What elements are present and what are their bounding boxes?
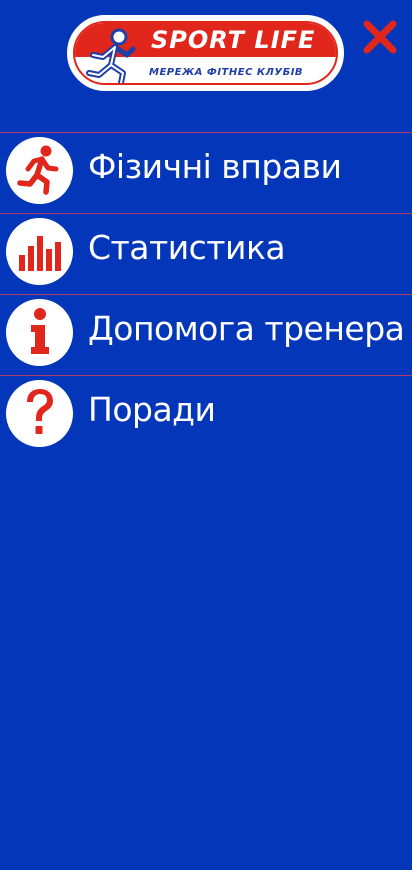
bar-chart-icon (6, 218, 73, 285)
logo-brand-text: SPORT LIFE (151, 26, 316, 54)
menu-item-tips[interactable]: Поради (0, 375, 412, 456)
menu-item-exercises[interactable]: Фізичні вправи (0, 132, 412, 213)
logo-tagline: МЕРЕЖА ФІТНЕС КЛУБІВ (149, 67, 304, 78)
menu-item-label: Поради (88, 390, 216, 429)
menu-item-label: Допомога тренера (88, 309, 405, 348)
info-icon (6, 299, 73, 366)
menu-item-label: Фізичні вправи (88, 147, 342, 186)
menu-item-label: Статистика (88, 228, 286, 267)
question-icon (6, 380, 73, 447)
logo-runner-icon (86, 28, 136, 83)
running-icon (6, 137, 73, 204)
main-menu: Фізичні вправи Статистика Допомога трене… (0, 132, 412, 456)
menu-item-statistics[interactable]: Статистика (0, 213, 412, 294)
close-icon[interactable] (362, 19, 398, 55)
menu-item-trainer-help[interactable]: Допомога тренера (0, 294, 412, 375)
logo-frame: SPORT LIFE МЕРЕЖА ФІТНЕС КЛУБІВ (73, 21, 338, 85)
sport-life-logo: SPORT LIFE МЕРЕЖА ФІТНЕС КЛУБІВ (67, 15, 344, 91)
